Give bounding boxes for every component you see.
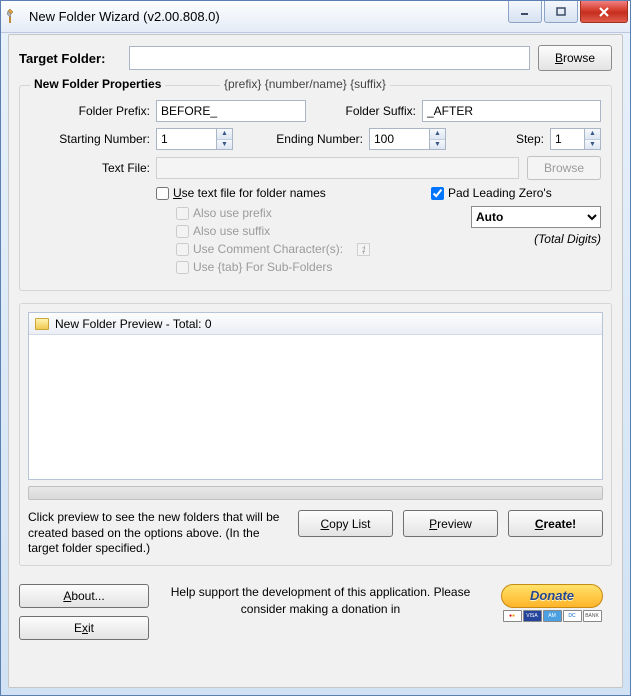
starting-number-input[interactable] bbox=[156, 128, 216, 150]
also-suffix-checkbox: Also use suffix bbox=[176, 224, 431, 238]
text-file-input bbox=[156, 157, 519, 179]
preview-list[interactable]: New Folder Preview - Total: 0 bbox=[28, 312, 603, 480]
close-button[interactable] bbox=[580, 1, 628, 23]
ending-number-input[interactable] bbox=[369, 128, 429, 150]
comment-chars-input bbox=[357, 243, 370, 256]
use-comment-checkbox: Use Comment Character(s): bbox=[176, 242, 431, 256]
folder-icon bbox=[35, 318, 49, 330]
prefix-label: Folder Prefix: bbox=[30, 104, 150, 118]
payment-cards-icon: ●● VISA AM DC BANK bbox=[503, 610, 602, 622]
step-spinner[interactable]: ▲▼ bbox=[584, 128, 601, 150]
target-folder-input[interactable] bbox=[129, 46, 530, 70]
preview-statusbar bbox=[28, 486, 603, 500]
step-label: Step: bbox=[504, 132, 544, 146]
step-input[interactable] bbox=[550, 128, 584, 150]
ending-number-label: Ending Number: bbox=[263, 132, 363, 146]
client-area: Target Folder: Browse New Folder Propert… bbox=[8, 34, 623, 688]
suffix-label: Folder Suffix: bbox=[336, 104, 416, 118]
starting-number-label: Starting Number: bbox=[30, 132, 150, 146]
properties-group: New Folder Properties {prefix} {number/n… bbox=[19, 85, 612, 291]
prefix-input[interactable] bbox=[156, 100, 306, 122]
suffix-input[interactable] bbox=[422, 100, 601, 122]
browse-textfile-button: Browse bbox=[527, 156, 601, 180]
use-tab-checkbox: Use {tab} For Sub-Folders bbox=[176, 260, 431, 274]
starting-number-spinner[interactable]: ▲▼ bbox=[216, 128, 233, 150]
preview-header: New Folder Preview - Total: 0 bbox=[55, 317, 212, 331]
create-button[interactable]: Create! bbox=[508, 510, 603, 537]
ending-number-spinner[interactable]: ▲▼ bbox=[429, 128, 446, 150]
text-file-label: Text File: bbox=[30, 161, 150, 175]
preview-panel: New Folder Preview - Total: 0 Click prev… bbox=[19, 303, 612, 566]
hint-text: Click preview to see the new folders tha… bbox=[28, 510, 288, 557]
preview-button[interactable]: Preview bbox=[403, 510, 498, 537]
pad-mode-select[interactable]: Auto bbox=[471, 206, 601, 228]
title-bar: New Folder Wizard (v2.00.808.0) bbox=[1, 1, 630, 33]
properties-group-title: New Folder Properties bbox=[30, 77, 165, 91]
app-icon bbox=[7, 9, 23, 25]
use-textfile-checkbox[interactable]: Use text file for folder names bbox=[156, 186, 431, 200]
copy-list-button[interactable]: Copy List bbox=[298, 510, 393, 537]
maximize-button[interactable] bbox=[544, 1, 578, 23]
app-window: New Folder Wizard (v2.00.808.0) Target F… bbox=[0, 0, 631, 696]
target-folder-label: Target Folder: bbox=[19, 51, 129, 66]
exit-button[interactable]: Exit bbox=[19, 616, 149, 640]
also-prefix-checkbox: Also use prefix bbox=[176, 206, 431, 220]
pad-zeros-checkbox[interactable]: Pad Leading Zero's bbox=[431, 186, 601, 200]
minimize-button[interactable] bbox=[508, 1, 542, 23]
total-digits-label: (Total Digits) bbox=[431, 232, 601, 246]
about-button[interactable]: About... bbox=[19, 584, 149, 608]
pattern-hint: {prefix} {number/name} {suffix} bbox=[220, 77, 390, 91]
browse-target-button[interactable]: Browse bbox=[538, 45, 612, 71]
support-text: Help support the development of this app… bbox=[149, 584, 492, 618]
donate-button[interactable]: Donate bbox=[501, 584, 603, 608]
